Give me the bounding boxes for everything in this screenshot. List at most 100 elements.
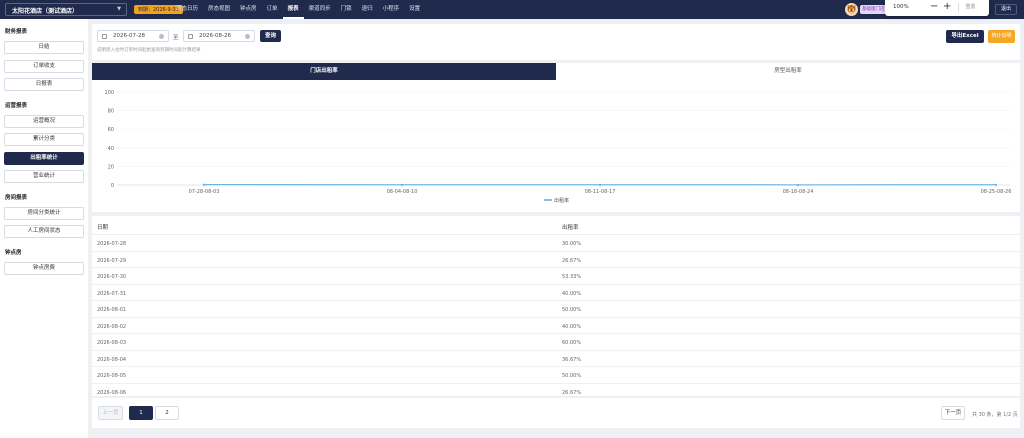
sidebar-item[interactable]: 房间分类统计 — [4, 206, 84, 220]
zoom-in-button[interactable]: + — [943, 1, 951, 12]
nav-item[interactable]: 房态视图 — [203, 0, 235, 19]
sidebar-item[interactable]: 运营概况 — [4, 114, 84, 128]
clear-icon[interactable] — [245, 34, 250, 39]
table-row: 2026-08-04 36.67% — [92, 351, 1020, 367]
table-row: 2026-08-03 60.00% — [92, 334, 1020, 351]
sidebar-item[interactable]: 日报表 — [4, 78, 84, 91]
x-tick-label: 07-28-08-03 — [189, 189, 220, 195]
filter-panel: 2026-07-28 至 2026-08-26 查询 说明受入住时订单时间起始查… — [92, 24, 1020, 60]
nav-item[interactable]: 订单 — [262, 0, 283, 19]
calendar-icon — [188, 34, 193, 39]
nav-item[interactable]: 报表 — [282, 0, 304, 19]
nav-item[interactable]: 渠道同步 — [304, 0, 336, 19]
calendar-icon — [102, 34, 107, 39]
hotel-select[interactable]: 太阳花酒店（测试酒店） ▼ — [5, 3, 127, 16]
data-point — [203, 183, 205, 186]
sidebar-item[interactable]: 日结 — [4, 41, 84, 54]
y-tick-label: 80 — [108, 109, 114, 115]
hotel-select-label: 太阳花酒店（测试酒店） — [12, 8, 79, 15]
cell-occupancy: 36.67% — [562, 356, 582, 363]
cell-occupancy: 50.00% — [562, 373, 582, 379]
table-header: 日期 出租率 — [92, 216, 1020, 235]
avatar-icon[interactable]: 🐯 — [845, 3, 858, 16]
tab-roomtype-occupancy[interactable]: 房型出租率 — [556, 63, 1020, 80]
cell-occupancy: 30.00% — [562, 241, 582, 247]
y-tick-label: 100 — [104, 90, 114, 96]
data-point — [797, 183, 799, 186]
page-info: 共 30 条，第 1/2 页 — [972, 412, 1018, 418]
stats-explain-button[interactable]: 统计说明 — [988, 30, 1015, 43]
logout-button[interactable]: 退出 — [995, 4, 1017, 15]
nav-item[interactable]: 钟点房 — [235, 0, 262, 19]
table-row: 2026-07-31 40.00% — [92, 285, 1020, 301]
cell-date: 2026-07-28 — [97, 241, 127, 247]
cell-date: 2026-07-31 — [97, 290, 127, 297]
data-point — [401, 183, 403, 186]
nav-item[interactable]: 门锁 — [336, 0, 357, 19]
sidebar-item[interactable]: 累计分类 — [4, 133, 84, 146]
user-plan-tag: 基础版门店 — [860, 5, 888, 14]
query-button[interactable]: 查询 — [260, 30, 281, 42]
table-row: 2026-08-01 50.00% — [92, 301, 1020, 318]
sidebar-group-title: 钟点房 — [5, 249, 22, 256]
legend-label: 出租率 — [554, 197, 569, 204]
y-tick-label: 60 — [108, 127, 114, 133]
table-row: 2026-08-06 26.67% — [92, 384, 1020, 397]
sidebar-item[interactable]: 钟点房费 — [4, 261, 84, 275]
cell-date: 2026-08-05 — [97, 373, 127, 379]
zoom-out-button[interactable]: − — [930, 1, 938, 12]
sidebar-item[interactable]: 人工房间状态 — [4, 225, 84, 238]
table-row: 2026-07-30 53.33% — [92, 268, 1020, 285]
next-page-button[interactable]: 下一页 — [941, 406, 965, 420]
x-tick-label: 08-18-08-24 — [783, 189, 814, 195]
cell-occupancy: 40.00% — [562, 323, 582, 330]
cell-date: 2026-08-04 — [97, 356, 127, 363]
zoom-popup: 100% − + 重置 — [885, 0, 989, 16]
y-tick-label: 40 — [108, 146, 114, 152]
main-nav: 房态日历 房态视图 钟点房 订单 报表 渠道同步 门锁 退归 小程序 设置 — [171, 0, 425, 19]
cell-occupancy: 50.00% — [562, 307, 582, 313]
export-excel-button[interactable]: 导出Excel — [946, 30, 984, 43]
sidebar-group-title: 财务报表 — [5, 29, 28, 35]
clear-icon[interactable] — [159, 34, 164, 39]
table-row: 2026-07-28 30.00% — [92, 235, 1020, 252]
occupancy-chart: 100 80 60 40 20 0 07-28-08-03 08-04-08-10 08-11-… — [92, 80, 1020, 212]
sidebar-group-title: 运营报表 — [5, 102, 28, 109]
pagination: 上一页 1 2 下一页 共 30 条，第 1/2 页 — [92, 398, 1020, 428]
data-point — [995, 183, 997, 186]
table-row: 2026-08-02 40.00% — [92, 318, 1020, 334]
nav-item[interactable]: 小程序 — [378, 0, 405, 19]
y-tick-label: 20 — [108, 164, 114, 170]
sidebar: 财务报表 日结 订单收支 日报表 运营报表 运营概况 累计分类 出租率统计 营业统计 房间报表 房间… — [0, 19, 88, 438]
sidebar-item[interactable]: 出租率统计 — [4, 151, 84, 165]
end-date-value: 2026-08-26 — [199, 33, 231, 39]
cell-occupancy: 26.67% — [562, 257, 582, 264]
cell-date: 2026-08-02 — [97, 323, 127, 330]
x-tick-label: 08-04-08-10 — [387, 189, 418, 195]
col-header-date: 日期 — [97, 225, 109, 231]
start-date-input[interactable]: 2026-07-28 — [97, 30, 169, 42]
chevron-down-icon: ▼ — [117, 6, 121, 12]
cell-occupancy: 26.67% — [562, 389, 582, 396]
zoom-reset-button[interactable]: 重置 — [958, 3, 982, 12]
page-button-2[interactable]: 2 — [155, 406, 179, 420]
table-row: 2026-07-29 26.67% — [92, 252, 1020, 268]
cell-occupancy: 40.00% — [562, 290, 582, 297]
tab-store-occupancy[interactable]: 门店出租率 — [92, 63, 556, 80]
top-nav-bar: 太阳花酒店（测试酒店） ▼ 到期：2026-9-33 房态日历 房态视图 钟点房 订单… — [0, 0, 1024, 19]
start-date-value: 2026-07-28 — [113, 33, 145, 39]
cell-occupancy: 60.00% — [562, 340, 582, 346]
sidebar-item[interactable]: 订单收支 — [4, 59, 84, 73]
sidebar-item[interactable]: 营业统计 — [4, 170, 84, 183]
end-date-input[interactable]: 2026-08-26 — [183, 30, 255, 42]
prev-page-button[interactable]: 上一页 — [98, 406, 123, 420]
y-tick-label: 0 — [111, 183, 114, 189]
nav-item[interactable]: 退归 — [357, 0, 378, 19]
occupancy-line-chart: 100 80 60 40 20 0 07-28-08-03 08-04-08-10 08-11-… — [104, 90, 1012, 204]
nav-item[interactable]: 房态日历 — [171, 0, 203, 19]
x-tick-label: 08-25-08-26 — [981, 189, 1012, 195]
nav-item[interactable]: 设置 — [404, 0, 425, 19]
page-button-1[interactable]: 1 — [129, 406, 153, 420]
date-range-separator: 至 — [173, 35, 179, 41]
cell-date: 2026-08-01 — [97, 307, 127, 313]
